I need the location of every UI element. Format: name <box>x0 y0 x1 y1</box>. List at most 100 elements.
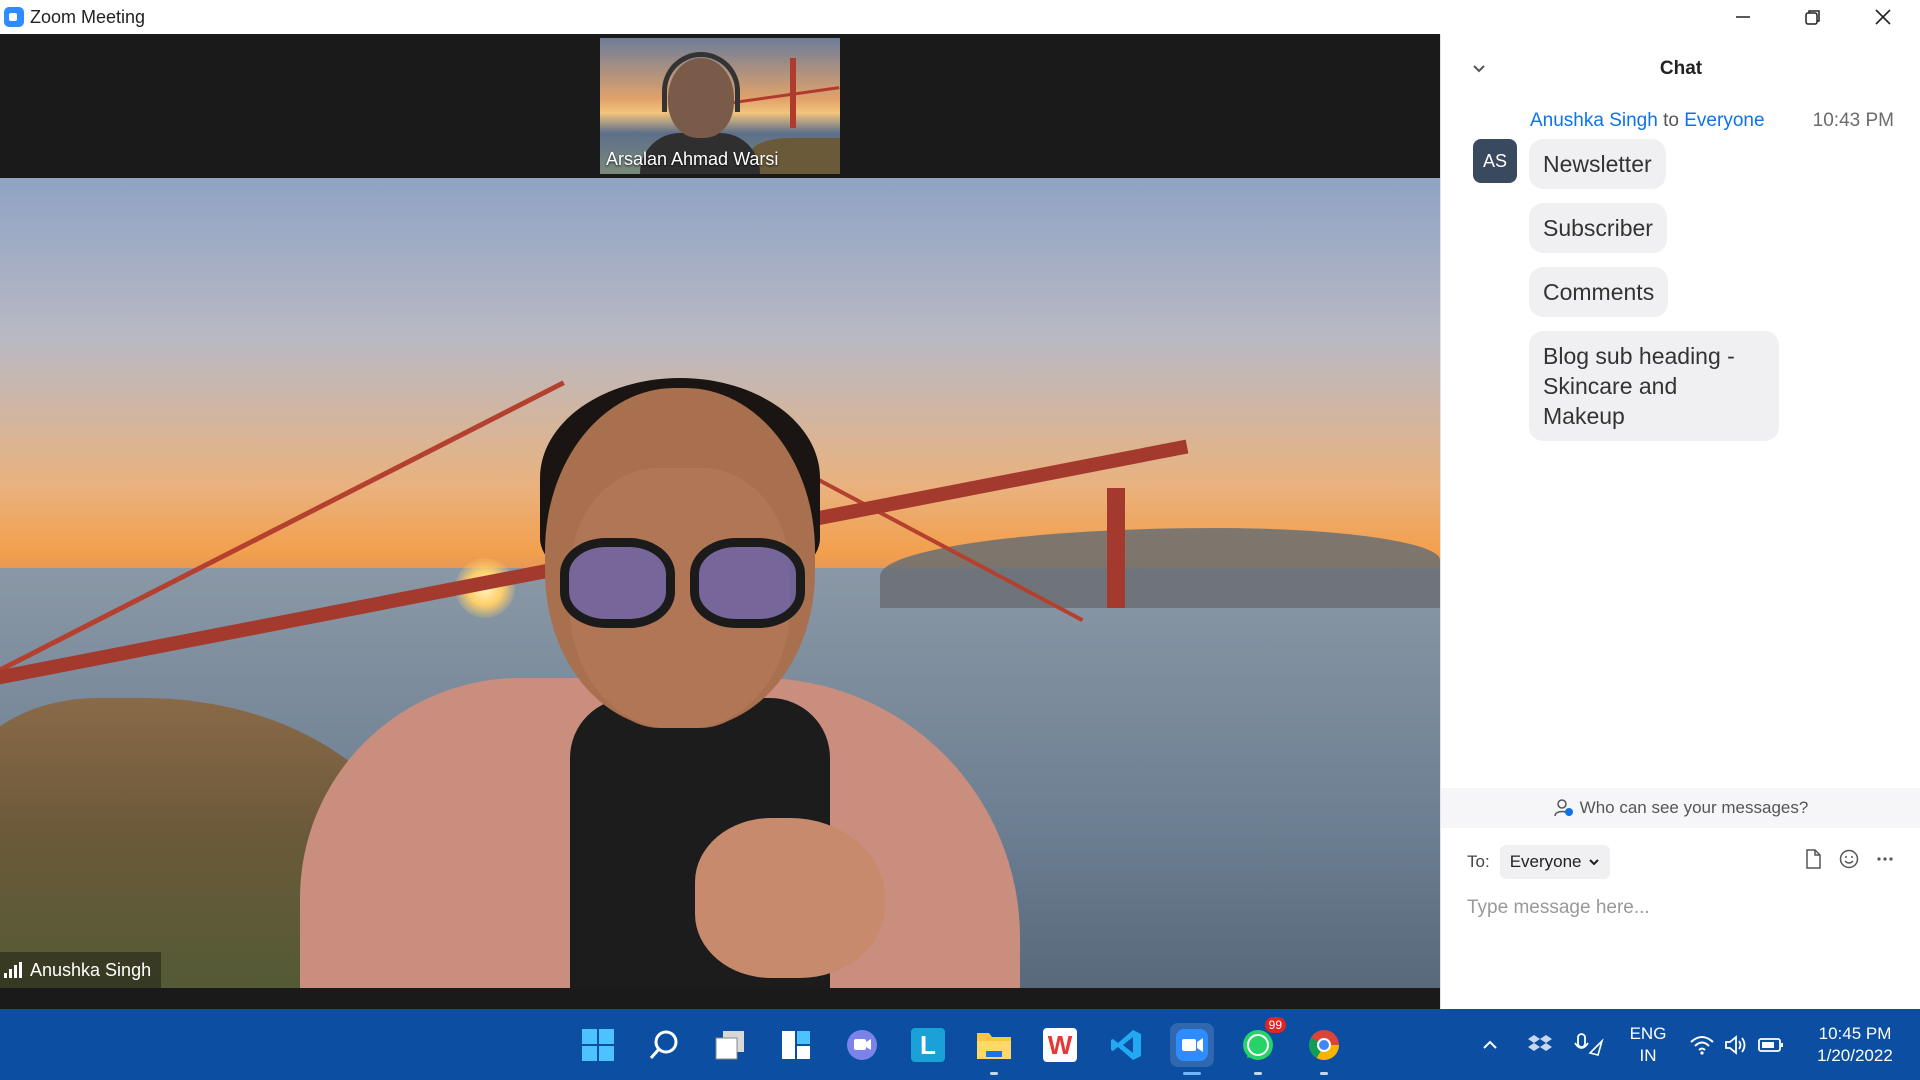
message-recipient[interactable]: Everyone <box>1684 110 1764 131</box>
glasses-left-lens <box>560 538 675 628</box>
close-icon <box>1875 9 1891 25</box>
clock: 10:45 PM 1/20/2022 <box>1817 1023 1893 1067</box>
tray-language[interactable]: ENG IN <box>1628 1009 1668 1080</box>
more-icon <box>1877 857 1893 861</box>
microphone-location-icon <box>1574 1032 1604 1056</box>
recipient-select[interactable]: Everyone <box>1499 845 1610 879</box>
zoom-icon <box>1176 1029 1208 1061</box>
chat-panel: Chat Anushka Singh to Everyone 10:43 PM … <box>1440 34 1920 1009</box>
minimize-icon <box>1736 16 1750 18</box>
language-indicator: ENG IN <box>1630 1023 1667 1067</box>
chat-header: Chat <box>1441 34 1920 102</box>
language-region: IN <box>1639 1045 1657 1065</box>
title-bar: Zoom Meeting <box>0 0 1920 34</box>
chat-icon <box>847 1030 877 1060</box>
main-video[interactable]: Anushka Singh <box>0 178 1440 988</box>
taskbar-chrome[interactable] <box>1302 1023 1346 1075</box>
chat-message[interactable]: Blog sub heading - Skincare and Makeup <box>1529 331 1779 441</box>
message-visibility-text: Who can see your messages? <box>1579 798 1809 817</box>
message-visibility-link[interactable]: Who can see your messages? <box>1441 788 1920 828</box>
emoji-icon <box>1839 849 1859 869</box>
running-indicator <box>1320 1072 1328 1075</box>
message-input[interactable]: Type message here... <box>1467 890 1897 926</box>
message-input-placeholder: Type message here... <box>1467 897 1650 918</box>
taskbar-zoom[interactable] <box>1170 1023 1214 1075</box>
chevron-down-icon <box>1588 859 1599 866</box>
tray-overflow[interactable] <box>1480 1009 1500 1080</box>
tray-microphone[interactable] <box>1574 1009 1604 1080</box>
notification-badge: 99 <box>1264 1017 1286 1033</box>
dropbox-icon <box>1528 1034 1552 1051</box>
emoji-button[interactable] <box>1838 848 1860 870</box>
widgets-icon <box>782 1031 810 1059</box>
background-hills <box>880 528 1440 608</box>
participant-thumbnail[interactable]: Arsalan Ahmad Warsi <box>600 38 840 174</box>
taskbar-whatsapp[interactable]: 99 <box>1236 1017 1286 1075</box>
bridge-tower <box>1107 488 1125 608</box>
restore-button[interactable] <box>1778 0 1848 34</box>
running-indicator <box>1254 1072 1262 1075</box>
minimize-button[interactable] <box>1708 0 1778 34</box>
taskbar-search[interactable] <box>642 1023 686 1067</box>
person-lock-icon <box>1553 799 1573 817</box>
chrome-icon <box>1308 1030 1339 1061</box>
to-label: To: <box>1467 852 1490 871</box>
taskbar-wps-office[interactable]: W <box>1038 1023 1082 1067</box>
avatar: AS <box>1473 139 1517 183</box>
wifi-icon <box>1690 1035 1714 1055</box>
main-participant-name: Anushka Singh <box>30 959 152 980</box>
tray-status-group[interactable] <box>1690 1009 1784 1080</box>
language-code: ENG <box>1629 1023 1667 1043</box>
running-indicator <box>990 1072 998 1075</box>
thumbnail-participant-name: Arsalan Ahmad Warsi <box>606 149 779 169</box>
taskbar-start[interactable] <box>576 1023 620 1067</box>
window-title: Zoom Meeting <box>30 7 146 27</box>
person-hand <box>695 818 885 978</box>
battery-icon <box>1758 1037 1783 1052</box>
windows-start-icon <box>582 1029 614 1061</box>
file-icon <box>1806 849 1821 869</box>
zoom-app-icon <box>4 7 24 27</box>
whatsapp-icon <box>1243 1030 1273 1060</box>
clock-date: 1/20/2022 <box>1817 1045 1893 1065</box>
search-icon <box>649 1030 678 1059</box>
tray-clock[interactable]: 10:45 PM 1/20/2022 <box>1800 1009 1910 1080</box>
restore-icon <box>1805 10 1820 25</box>
active-indicator <box>1183 1072 1201 1075</box>
headset-icon <box>662 52 740 112</box>
volume-icon <box>1725 1034 1746 1055</box>
message-sender[interactable]: Anushka Singh <box>1530 110 1658 131</box>
thumbnail-background-tower <box>790 58 796 128</box>
chat-title: Chat <box>1659 58 1703 79</box>
folder-icon <box>977 1033 1011 1059</box>
taskbar: L W 99 ENG IN 10:45 PM 1/20/2022 <box>0 1009 1920 1080</box>
message-connector: to <box>1663 110 1679 131</box>
chevron-up-icon <box>1483 1040 1497 1049</box>
tray-dropbox[interactable] <box>1528 1009 1552 1080</box>
recipient-value: Everyone <box>1509 852 1582 871</box>
gallery-strip: Arsalan Ahmad Warsi <box>0 34 1440 178</box>
more-button[interactable] <box>1874 848 1896 870</box>
chat-message[interactable]: Newsletter <box>1529 139 1666 189</box>
glasses-right-lens <box>690 538 805 628</box>
message-time: 10:43 PM <box>1812 110 1894 131</box>
taskbar-l-app[interactable]: L <box>906 1023 950 1067</box>
l-app-letter: L <box>920 1029 936 1060</box>
chat-tools <box>1802 848 1896 870</box>
chat-message[interactable]: Subscriber <box>1529 203 1667 253</box>
recipient-row: To: Everyone <box>1467 844 1610 880</box>
close-button[interactable] <box>1848 0 1918 34</box>
taskbar-task-view[interactable] <box>708 1023 752 1067</box>
chat-message[interactable]: Comments <box>1529 267 1669 317</box>
taskbar-widgets[interactable] <box>774 1023 818 1067</box>
wps-icon: W <box>1043 1028 1077 1062</box>
taskbar-file-explorer[interactable] <box>972 1023 1016 1075</box>
taskbar-vs-code[interactable] <box>1104 1023 1148 1067</box>
vscode-icon <box>1111 1030 1141 1060</box>
task-view-icon <box>715 1031 744 1060</box>
wps-letter: W <box>1047 1029 1073 1060</box>
taskbar-teams-chat[interactable] <box>840 1023 884 1067</box>
file-button[interactable] <box>1802 848 1824 870</box>
message-meta: Anushka Singh to Everyone <box>1530 110 1765 132</box>
clock-time: 10:45 PM <box>1818 1023 1892 1043</box>
